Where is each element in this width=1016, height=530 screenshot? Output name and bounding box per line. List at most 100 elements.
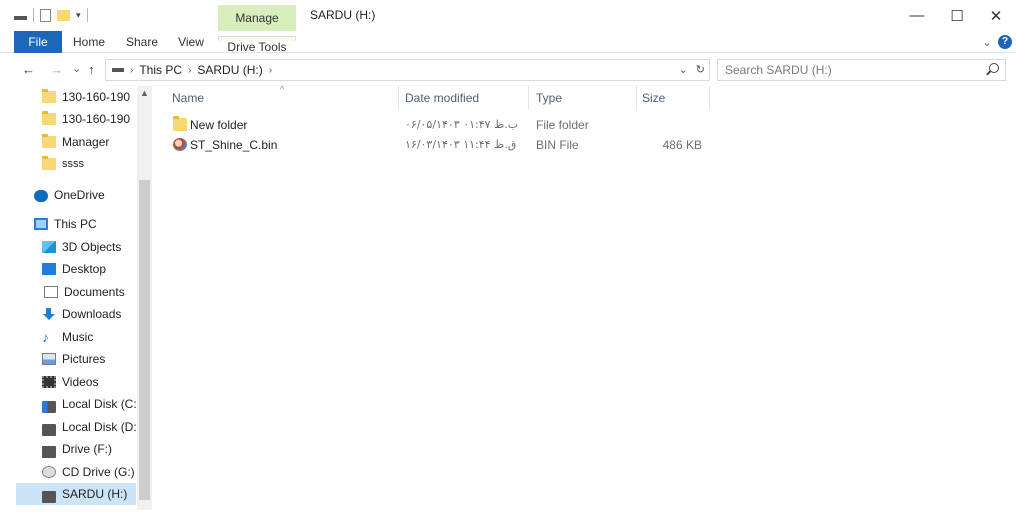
- 3d-objects-icon: [42, 241, 56, 253]
- breadcrumb-chevron-icon[interactable]: ›: [188, 65, 191, 76]
- forward-button[interactable]: →: [50, 62, 63, 77]
- customize-toolbar-icon[interactable]: ▾: [76, 10, 81, 21]
- separator: [33, 8, 34, 22]
- music-icon: ♪: [42, 329, 49, 345]
- nav-item-label: 130-160-190: [62, 112, 131, 126]
- nav-item-label: Pictures: [62, 352, 106, 366]
- cd-drive-icon: [42, 466, 56, 478]
- search-input[interactable]: Search SARDU (H:): [717, 59, 1006, 81]
- nav-item-folder[interactable]: 130-160-190: [16, 86, 136, 108]
- nav-item-desktop[interactable]: Desktop: [16, 258, 136, 280]
- breadcrumb-chevron-icon[interactable]: ›: [130, 65, 133, 76]
- minimize-button[interactable]: —: [897, 0, 937, 31]
- column-divider[interactable]: [709, 86, 710, 110]
- file-date: ۰۶/۰۵/۱۴۰۳ ب.ظ ۰۱:۴۷: [405, 118, 519, 131]
- nav-item-label: Manager: [62, 135, 110, 149]
- file-name: ST_Shine_C.bin: [190, 138, 278, 152]
- nav-item-label: Desktop: [62, 262, 107, 276]
- nav-item-label: Documents: [64, 285, 125, 299]
- nav-item-sardu-h[interactable]: SARDU (H:): [16, 483, 136, 505]
- address-bar[interactable]: › This PC › SARDU (H:) › ⌄ ↻: [105, 59, 710, 81]
- tab-share[interactable]: Share: [122, 31, 162, 53]
- sort-arrow-icon: ^: [280, 84, 285, 94]
- ribbon-collapse-icon[interactable]: ⌄: [978, 31, 996, 53]
- tab-drive-tools[interactable]: Drive Tools: [218, 36, 296, 54]
- properties-icon[interactable]: [40, 8, 51, 22]
- manage-tab[interactable]: Manage: [218, 5, 296, 31]
- column-header-name[interactable]: Name: [172, 86, 204, 110]
- nav-item-pictures[interactable]: Pictures: [16, 348, 136, 370]
- column-header-size[interactable]: Size: [642, 86, 665, 110]
- column-divider[interactable]: [398, 86, 399, 110]
- maximize-button[interactable]: ☐: [937, 0, 977, 31]
- nav-item-local-disk-d[interactable]: Local Disk (D:): [16, 416, 136, 438]
- ribbon-tabs: File Home Share View Drive Tools ⌄ ?: [0, 31, 1016, 54]
- file-row[interactable]: ST_Shine_C.bin ۱۶/۰۳/۱۴۰۳ ق.ظ ۱۱:۴۴ BIN …: [166, 135, 711, 155]
- nav-item-documents[interactable]: Documents: [16, 281, 136, 303]
- window-title: SARDU (H:): [310, 8, 376, 22]
- local-disk-icon: [42, 400, 56, 413]
- quick-access-toolbar: ▾: [14, 8, 88, 22]
- scroll-up-icon[interactable]: ▲: [137, 88, 152, 98]
- tab-view[interactable]: View: [172, 31, 210, 53]
- nav-scrollbar-thumb[interactable]: [139, 180, 150, 500]
- downloads-icon: [42, 308, 56, 320]
- nav-item-videos[interactable]: Videos: [16, 371, 136, 393]
- nav-item-label: Drive (F:): [62, 442, 112, 456]
- nav-item-3d-objects[interactable]: 3D Objects: [16, 236, 136, 258]
- search-icon[interactable]: [989, 63, 999, 73]
- tab-home[interactable]: Home: [68, 31, 110, 53]
- nav-item-ssss[interactable]: ssss: [16, 153, 136, 175]
- nav-item-downloads[interactable]: Downloads: [16, 303, 136, 325]
- column-header-date-modified[interactable]: Date modified: [405, 86, 479, 110]
- nav-item-label: Downloads: [62, 307, 122, 321]
- drive-icon: [42, 445, 56, 458]
- file-name: New folder: [190, 118, 248, 132]
- column-divider[interactable]: [636, 86, 637, 110]
- close-button[interactable]: ✕: [976, 0, 1016, 31]
- nav-item-label: ssss: [62, 158, 84, 170]
- videos-icon: [42, 376, 56, 388]
- file-size: 486 KB: [662, 138, 702, 152]
- title-bar: ▾ Manage SARDU (H:) — ☐ ✕: [0, 0, 1016, 31]
- help-icon[interactable]: ?: [998, 35, 1012, 49]
- nav-item-this-pc[interactable]: This PC: [16, 213, 136, 235]
- column-header-type[interactable]: Type: [536, 86, 562, 110]
- file-row[interactable]: New folder ۰۶/۰۵/۱۴۰۳ ب.ظ ۰۱:۴۷ File fol…: [166, 115, 711, 135]
- nav-item-music[interactable]: ♪ Music: [16, 326, 136, 348]
- breadcrumb-sardu[interactable]: SARDU (H:): [197, 63, 262, 77]
- nav-item-drive-f[interactable]: Drive (F:): [16, 438, 136, 460]
- folder-icon: [42, 156, 56, 170]
- folder-icon: [42, 111, 56, 125]
- nav-item-label: Local Disk (C:): [62, 397, 136, 411]
- column-divider[interactable]: [528, 86, 529, 110]
- navigation-pane: 130-160-190 130-160-190 Manager ssss One…: [0, 86, 152, 530]
- nav-item-label: Music: [62, 330, 94, 344]
- address-dropdown-icon[interactable]: ⌄: [679, 63, 688, 76]
- breadcrumb-this-pc[interactable]: This PC: [139, 63, 182, 77]
- drive-icon: [42, 490, 56, 503]
- bin-file-icon: [173, 138, 187, 151]
- breadcrumb-chevron-icon[interactable]: ›: [269, 65, 272, 76]
- back-button[interactable]: ←: [22, 62, 35, 77]
- nav-item-manager[interactable]: Manager: [16, 131, 136, 153]
- nav-item-local-disk-c[interactable]: Local Disk (C:): [16, 393, 136, 415]
- desktop-icon: [42, 263, 56, 275]
- file-size: [636, 115, 702, 135]
- new-folder-icon[interactable]: [57, 9, 70, 21]
- folder-icon: [42, 134, 56, 148]
- file-type: BIN File: [536, 138, 579, 152]
- nav-item-onedrive[interactable]: OneDrive: [16, 184, 136, 206]
- this-pc-icon: [34, 218, 48, 230]
- file-type: File folder: [536, 118, 589, 132]
- up-button[interactable]: ↑: [88, 62, 95, 77]
- address-controls: ⌄ ↻: [679, 63, 705, 76]
- tab-file[interactable]: File: [14, 31, 62, 53]
- nav-item-label: Videos: [62, 375, 99, 389]
- nav-item-label: 130-160-190: [62, 90, 131, 104]
- nav-item-folder[interactable]: 130-160-190: [16, 108, 136, 130]
- recent-locations-button[interactable]: ⌄: [72, 62, 81, 75]
- nav-item-cd-drive-g[interactable]: CD Drive (G:) EN: [16, 461, 136, 483]
- drive-icon[interactable]: [14, 16, 27, 20]
- refresh-icon[interactable]: ↻: [696, 63, 705, 76]
